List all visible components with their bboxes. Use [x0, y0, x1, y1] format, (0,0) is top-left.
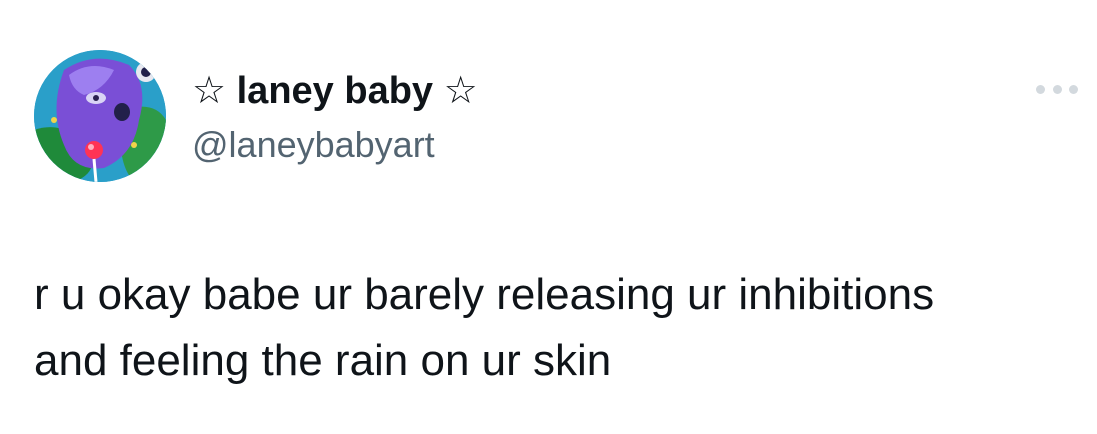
- dot: [1036, 84, 1045, 94]
- tweet-text: r u okay babe ur barely releasing ur inh…: [34, 262, 1084, 394]
- more-horizontal-icon[interactable]: [1036, 78, 1078, 100]
- tweet-text-line: and feeling the rain on ur skin: [34, 336, 612, 385]
- dot: [1052, 84, 1062, 94]
- dot: [1069, 84, 1078, 94]
- tweet: ☆ laney baby ☆ @laneybabyart r u okay ba…: [0, 0, 1097, 434]
- tweet-text-line: r u okay babe ur barely releasing ur inh…: [34, 270, 935, 319]
- user-handle[interactable]: @laneybabyart: [192, 122, 435, 168]
- avatar-image: [34, 50, 166, 182]
- avatar[interactable]: [34, 50, 166, 182]
- display-name[interactable]: ☆ laney baby ☆: [192, 66, 478, 116]
